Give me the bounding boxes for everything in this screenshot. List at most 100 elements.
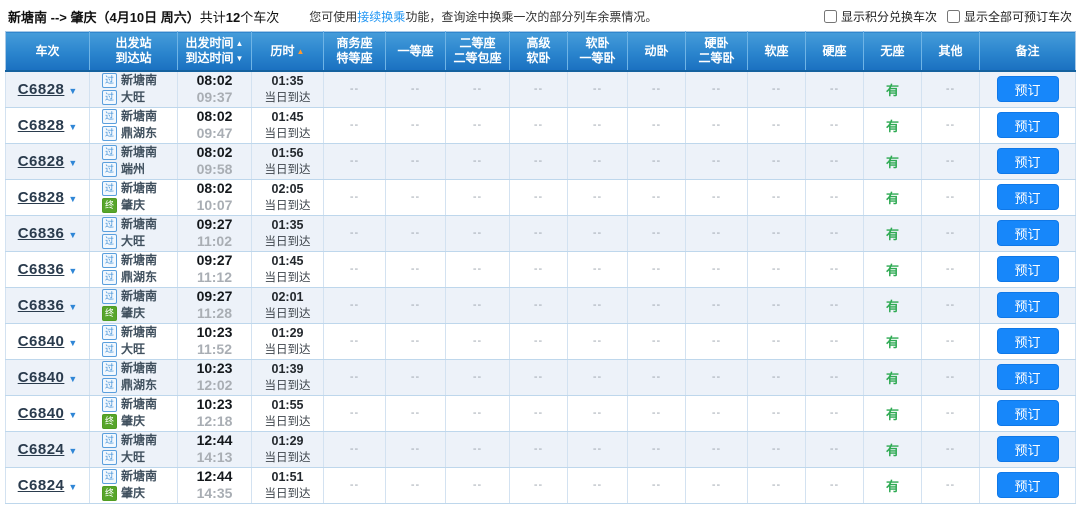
from-station-badge: 过 — [102, 253, 117, 268]
to-station: 肇庆 — [121, 486, 146, 500]
book-button[interactable]: 预订 — [996, 400, 1059, 426]
to-station-badge: 过 — [102, 234, 117, 249]
chevron-down-icon[interactable]: ▼ — [68, 410, 77, 420]
book-button[interactable]: 预订 — [996, 364, 1059, 390]
book-button[interactable]: 预订 — [996, 112, 1059, 138]
arrival-day: 当日到达 — [264, 127, 311, 140]
chevron-down-icon[interactable]: ▼ — [68, 302, 77, 312]
chevron-down-icon[interactable]: ▼ — [68, 266, 77, 276]
points-exchange-checkbox[interactable] — [823, 10, 837, 23]
train-number-link[interactable]: C6836 — [18, 261, 65, 278]
chevron-down-icon[interactable]: ▼ — [68, 338, 77, 348]
chevron-down-icon[interactable]: ▼ — [68, 158, 77, 168]
arrival-time: 11:28 — [196, 305, 233, 321]
train-number-link[interactable]: C6836 — [18, 225, 65, 242]
departure-time: 12:44 — [196, 468, 233, 484]
train-number-cell: C6840 ▼ — [5, 359, 90, 396]
seat-unavailable: -- — [627, 287, 686, 324]
stations-cell: 过新塘南 过鼎湖东 — [89, 251, 178, 288]
col-header-label: 软卧 — [585, 36, 610, 50]
show-all-bookable-checkbox-label[interactable]: 显示全部可预订车次 — [946, 8, 1072, 25]
to-station: 鼎湖东 — [121, 270, 158, 284]
chevron-down-icon[interactable]: ▼ — [68, 122, 77, 132]
seat-unavailable: -- — [805, 323, 864, 360]
duration: 01:35 — [271, 217, 304, 232]
departure-time: 12:44 — [196, 432, 233, 448]
duration-cell: 01:45 当日到达 — [251, 251, 324, 288]
chevron-down-icon[interactable]: ▼ — [68, 482, 77, 492]
sort-asc-icon[interactable]: ▲ — [236, 36, 244, 51]
train-number-link[interactable]: C6828 — [18, 153, 65, 170]
train-number-link[interactable]: C6824 — [18, 477, 65, 494]
remarks-cell: 预订 — [979, 179, 1076, 216]
arrival-time: 09:58 — [196, 161, 233, 177]
times-cell: 08:02 09:47 — [177, 107, 252, 144]
train-number-link[interactable]: C6840 — [18, 369, 65, 386]
stations-cell: 过新塘南 终肇庆 — [89, 287, 178, 324]
transfer-link[interactable]: 接续换乘 — [357, 10, 405, 24]
train-number-link[interactable]: C6836 — [18, 297, 65, 314]
book-button[interactable]: 预订 — [996, 76, 1059, 103]
points-exchange-checkbox-label[interactable]: 显示积分兑换车次 — [823, 8, 937, 25]
seat-unavailable: -- — [509, 395, 568, 432]
seat-unavailable: -- — [685, 395, 748, 432]
col-header-duration[interactable]: 历时 ▲ — [251, 31, 324, 72]
from-station: 新塘南 — [121, 181, 158, 195]
show-all-bookable-checkbox[interactable] — [946, 10, 960, 23]
chevron-down-icon[interactable]: ▼ — [68, 230, 77, 240]
seat-unavailable: -- — [323, 395, 386, 432]
book-button[interactable]: 预订 — [996, 220, 1059, 246]
seat-unavailable: -- — [445, 215, 510, 252]
col-header-label: 出发时间 — [185, 36, 234, 50]
stations-cell: 过新塘南 过大旺 — [89, 71, 178, 108]
train-number-link[interactable]: C6824 — [18, 441, 65, 458]
seat-unavailable: -- — [627, 251, 686, 288]
arrival-time: 11:12 — [196, 269, 233, 285]
book-button[interactable]: 预订 — [996, 184, 1059, 210]
col-header-soft-seat: 软座 — [747, 31, 806, 72]
col-header-no-seat: 无座 — [863, 31, 922, 72]
chevron-down-icon[interactable]: ▼ — [68, 446, 77, 456]
seat-unavailable: -- — [685, 71, 748, 108]
show-all-bookable-label-text: 显示全部可预订车次 — [963, 10, 1072, 24]
book-button[interactable]: 预订 — [996, 328, 1059, 354]
remarks-cell: 预订 — [979, 395, 1076, 432]
arrival-day: 当日到达 — [264, 199, 311, 212]
book-button[interactable]: 预订 — [996, 148, 1059, 174]
train-number-link[interactable]: C6840 — [18, 333, 65, 350]
to-station-badge: 过 — [102, 342, 117, 357]
col-header-label: 特等座 — [336, 51, 373, 65]
col-header-label: 到达时间 — [185, 51, 234, 65]
chevron-down-icon[interactable]: ▼ — [68, 374, 77, 384]
to-station: 大旺 — [121, 450, 146, 464]
arrival-time: 12:18 — [196, 413, 233, 429]
col-header-label: 历时 — [270, 43, 295, 58]
train-number-link[interactable]: C6828 — [18, 189, 65, 206]
seat-unavailable: -- — [921, 215, 980, 252]
chevron-down-icon[interactable]: ▼ — [68, 194, 77, 204]
stations-cell: 过新塘南 过大旺 — [89, 431, 178, 468]
from-station: 新塘南 — [121, 109, 158, 123]
sort-desc-icon[interactable]: ▼ — [236, 51, 244, 66]
seat-unavailable: -- — [627, 143, 686, 180]
book-button[interactable]: 预订 — [996, 436, 1059, 462]
train-number-link[interactable]: C6828 — [18, 81, 65, 98]
seat-unavailable: -- — [323, 251, 386, 288]
seat-unavailable: -- — [509, 287, 568, 324]
arrival-day: 当日到达 — [264, 415, 311, 428]
remarks-cell: 预订 — [979, 251, 1076, 288]
col-header-times[interactable]: 出发时间 ▲ 到达时间 ▼ — [177, 31, 252, 72]
seat-unavailable: -- — [385, 179, 446, 216]
book-button[interactable]: 预订 — [996, 292, 1059, 318]
train-number-link[interactable]: C6828 — [18, 117, 65, 134]
book-button[interactable]: 预订 — [996, 256, 1059, 282]
times-cell: 09:27 11:28 — [177, 287, 252, 324]
seat-unavailable: -- — [921, 179, 980, 216]
duration: 01:55 — [271, 397, 304, 412]
train-number-link[interactable]: C6840 — [18, 405, 65, 422]
remarks-cell: 预订 — [979, 107, 1076, 144]
to-station: 端州 — [121, 162, 146, 176]
sort-asc-icon[interactable]: ▲ — [297, 44, 305, 59]
chevron-down-icon[interactable]: ▼ — [68, 86, 77, 96]
book-button[interactable]: 预订 — [996, 472, 1059, 498]
